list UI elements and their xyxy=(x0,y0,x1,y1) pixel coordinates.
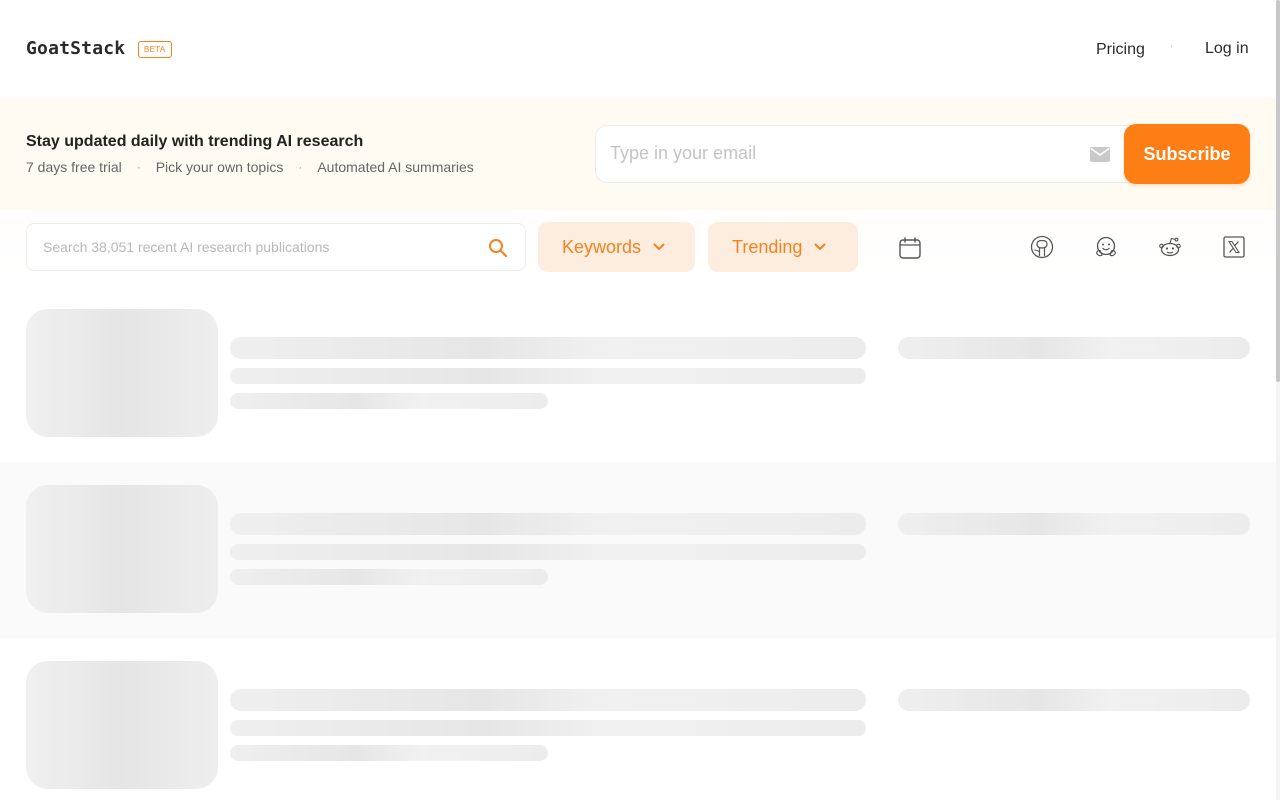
search-icon[interactable] xyxy=(488,238,508,258)
feature-separator: · xyxy=(298,160,303,174)
banner-features: 7 days free trial · Pick your own topics… xyxy=(26,159,474,175)
chevron-down-icon xyxy=(653,243,665,250)
github-icon[interactable] xyxy=(1030,235,1054,259)
site-header: GoatStack BETA Pricing · Log in xyxy=(0,0,1276,100)
nav-separator: · xyxy=(1170,42,1174,53)
feature-free-trial: 7 days free trial xyxy=(26,159,122,175)
search-box xyxy=(26,223,526,271)
feature-summaries: Automated AI summaries xyxy=(317,159,474,175)
skeleton-row xyxy=(0,638,1276,800)
skeleton-meta xyxy=(898,689,1250,711)
skeleton-line xyxy=(230,368,866,384)
mail-icon xyxy=(1090,147,1110,162)
skeleton-row xyxy=(0,286,1276,462)
nav-login-link[interactable]: Log in xyxy=(1205,40,1249,58)
skeleton-line xyxy=(230,745,548,761)
email-field-wrapper xyxy=(595,125,1155,183)
banner-title: Stay updated daily with trending AI rese… xyxy=(26,133,364,150)
chevron-down-icon xyxy=(814,243,826,250)
subscribe-banner: Stay updated daily with trending AI rese… xyxy=(0,98,1276,210)
reddit-icon[interactable] xyxy=(1158,235,1182,259)
x-icon[interactable] xyxy=(1222,235,1246,259)
beta-badge: BETA xyxy=(138,41,172,58)
skeleton-line xyxy=(230,393,548,409)
skeleton-line xyxy=(230,720,866,736)
skeleton-line xyxy=(230,569,548,585)
skeleton-row xyxy=(0,462,1276,638)
nav-pricing-link[interactable]: Pricing xyxy=(1096,41,1145,59)
skeleton-line xyxy=(230,513,866,535)
scrollbar-thumb[interactable] xyxy=(1276,0,1280,382)
email-field[interactable] xyxy=(610,143,1070,164)
skeleton-thumbnail xyxy=(26,485,218,613)
skeleton-meta xyxy=(898,337,1250,359)
page-scrollbar[interactable] xyxy=(1276,0,1280,800)
filter-toolbar: Keywords Trending xyxy=(0,210,1276,286)
feature-topics: Pick your own topics xyxy=(155,159,284,175)
skeleton-thumbnail xyxy=(26,309,218,437)
logo[interactable]: GoatStack xyxy=(26,38,125,59)
skeleton-line xyxy=(230,337,866,359)
search-input[interactable] xyxy=(43,239,463,255)
subscribe-button[interactable]: Subscribe xyxy=(1124,124,1250,184)
calendar-icon[interactable] xyxy=(898,236,922,260)
feature-separator: · xyxy=(136,160,141,174)
trending-label: Trending xyxy=(732,236,803,257)
huggingface-icon[interactable] xyxy=(1094,235,1118,259)
keywords-dropdown[interactable]: Keywords xyxy=(538,222,695,272)
skeleton-meta xyxy=(898,513,1250,535)
skeleton-line xyxy=(230,544,866,560)
skeleton-thumbnail xyxy=(26,661,218,789)
keywords-label: Keywords xyxy=(562,236,642,257)
skeleton-line xyxy=(230,689,866,711)
trending-dropdown[interactable]: Trending xyxy=(708,222,858,272)
